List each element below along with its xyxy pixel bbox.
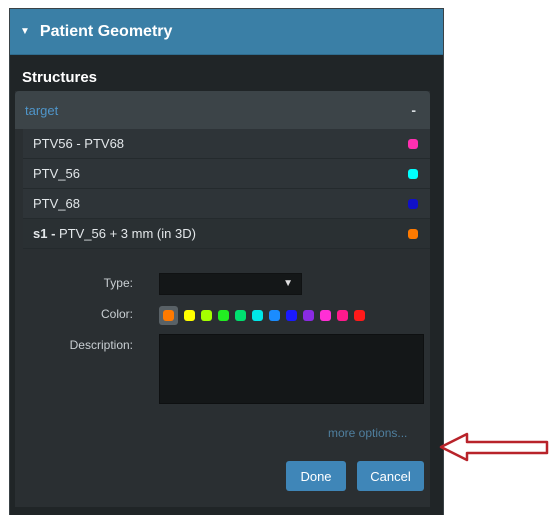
- structure-color-swatch[interactable]: [408, 228, 418, 239]
- group-header[interactable]: target -: [15, 91, 430, 129]
- structure-item[interactable]: PTV_56: [23, 159, 430, 189]
- annotation-arrow-icon: [439, 432, 549, 462]
- color-option[interactable]: [269, 310, 280, 321]
- structure-group-target: target - PTV56 - PTV68 PTV_56 PTV_68 s1 …: [15, 91, 430, 507]
- color-option[interactable]: [354, 310, 365, 321]
- color-option[interactable]: [303, 310, 314, 321]
- structure-name: PTV_56: [33, 166, 80, 181]
- cancel-button[interactable]: Cancel: [357, 461, 424, 491]
- color-option[interactable]: [252, 310, 263, 321]
- color-option[interactable]: [201, 310, 212, 321]
- done-button[interactable]: Done: [286, 461, 346, 491]
- structure-item-selected[interactable]: s1 - PTV_56 + 3 mm (in 3D): [23, 219, 430, 249]
- color-option[interactable]: [286, 310, 297, 321]
- color-option[interactable]: [218, 310, 229, 321]
- description-label: Description:: [69, 338, 133, 352]
- color-option[interactable]: [184, 310, 195, 321]
- structure-editor: Type: ▼ Color: Description: more options…: [23, 249, 430, 491]
- more-options-link[interactable]: more options...: [328, 426, 407, 440]
- structure-item[interactable]: PTV_68: [23, 189, 430, 219]
- panel-header[interactable]: ▼ Patient Geometry: [10, 9, 443, 55]
- structure-name: PTV56 - PTV68: [33, 136, 125, 151]
- dropdown-arrow-icon[interactable]: ▼: [283, 278, 293, 289]
- group-name: target: [25, 102, 59, 118]
- structure-item[interactable]: PTV56 - PTV68: [23, 129, 430, 159]
- caret-down-icon[interactable]: ▼: [20, 26, 30, 37]
- color-option[interactable]: [320, 310, 331, 321]
- structure-color-swatch[interactable]: [408, 168, 418, 179]
- color-picker: [159, 306, 371, 325]
- color-option[interactable]: [235, 310, 246, 321]
- structures-title: Structures: [22, 69, 98, 86]
- description-textarea[interactable]: [159, 334, 424, 404]
- type-label: Type:: [103, 276, 133, 290]
- structure-name: PTV_68: [33, 196, 80, 211]
- color-option-selected[interactable]: [159, 306, 178, 325]
- collapse-icon[interactable]: -: [411, 102, 416, 118]
- color-swatch: [163, 310, 174, 321]
- type-select[interactable]: ▼: [159, 273, 302, 295]
- color-label: Color:: [100, 307, 133, 321]
- structure-color-swatch[interactable]: [408, 138, 418, 149]
- structure-color-swatch[interactable]: [408, 198, 418, 209]
- panel-title: Patient Geometry: [39, 22, 173, 40]
- structure-name: s1 - PTV_56 + 3 mm (in 3D): [33, 226, 196, 241]
- color-option[interactable]: [337, 310, 348, 321]
